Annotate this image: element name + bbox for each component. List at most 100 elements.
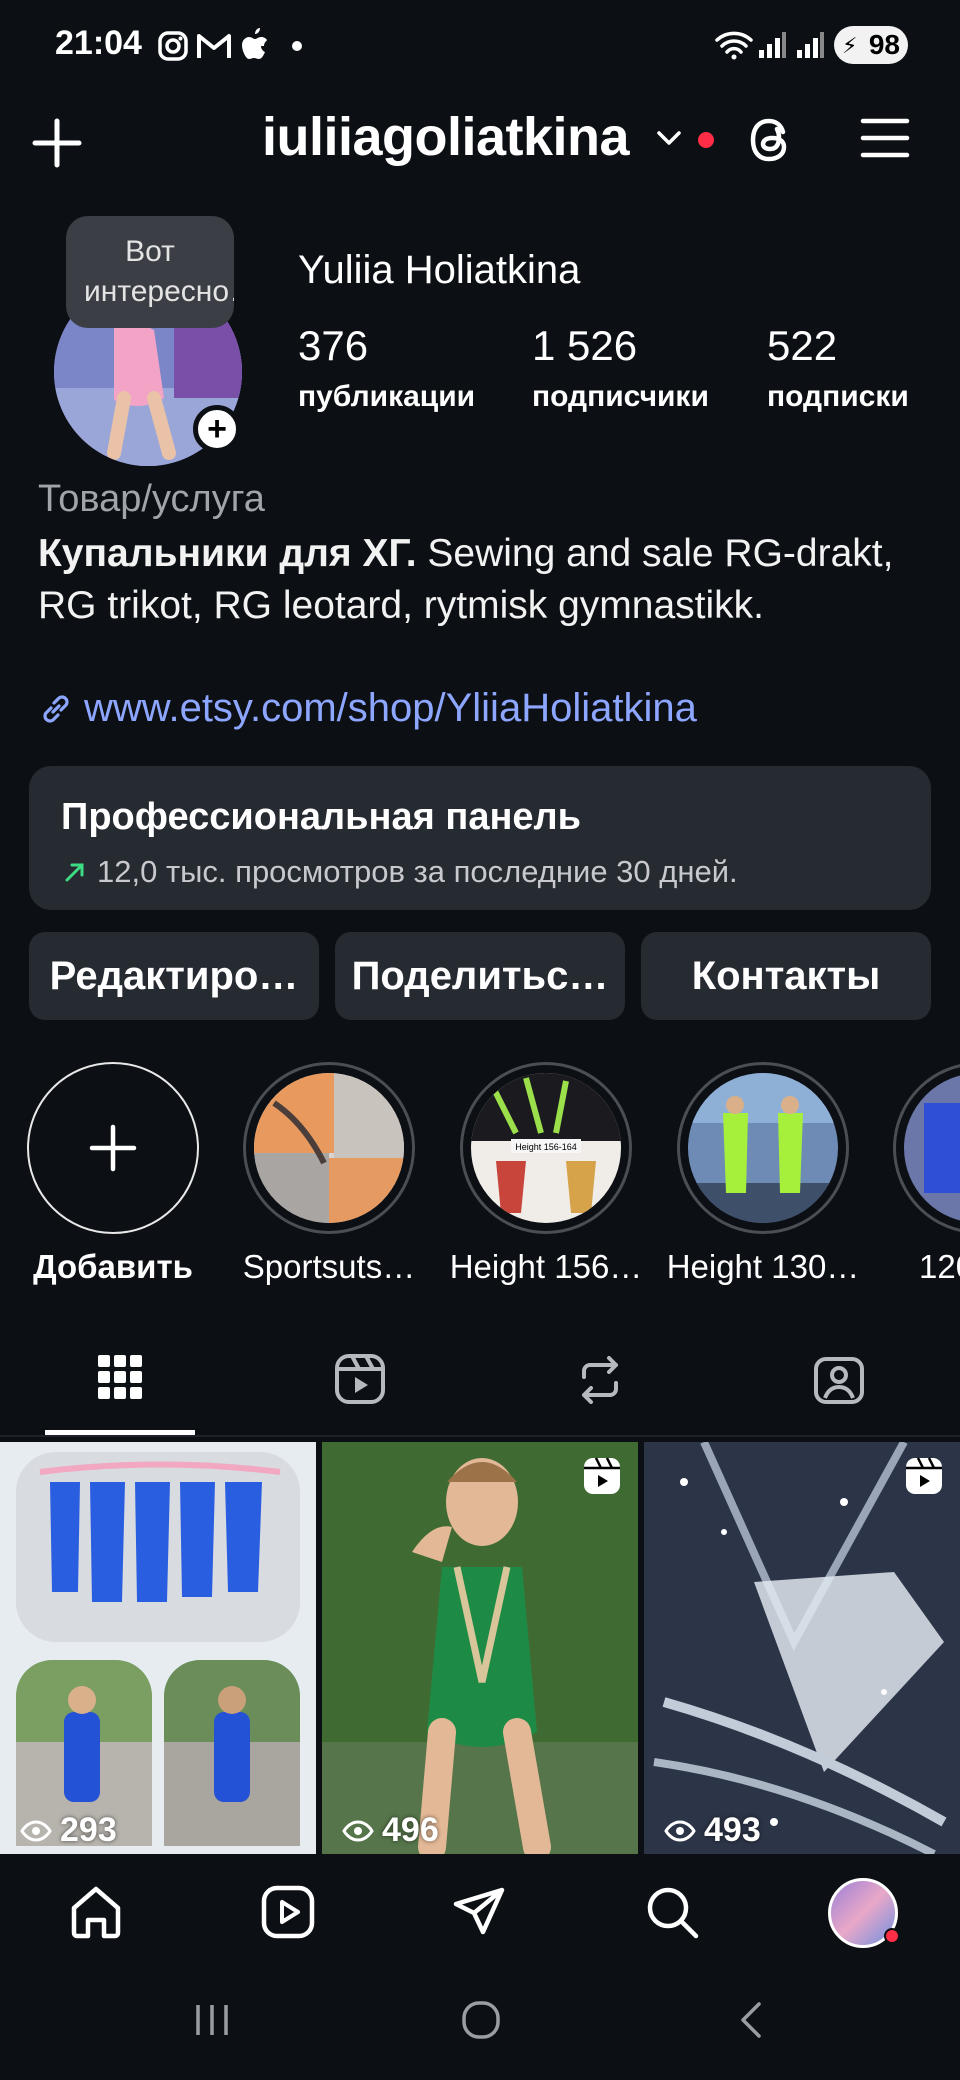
menu-button[interactable] <box>860 116 910 160</box>
reels-icon <box>335 1354 385 1404</box>
threads-button[interactable] <box>745 112 797 168</box>
back-button[interactable] <box>735 2000 765 2040</box>
gmail-icon <box>196 31 232 61</box>
highlight-item-partial[interactable]: 120 <box>893 1062 960 1302</box>
grid-icon <box>98 1355 142 1399</box>
eye-icon <box>20 1819 52 1842</box>
link-icon <box>43 694 69 723</box>
dashboard-title: Профессиональная панель <box>61 796 582 838</box>
post-views-count: 293 <box>60 1811 117 1849</box>
dot-icon <box>292 41 302 51</box>
contacts-button[interactable]: Контакты <box>641 932 931 1020</box>
chevron-down-icon <box>657 131 681 145</box>
tab-grid[interactable] <box>98 1355 142 1399</box>
post-views-count: 496 <box>382 1811 439 1849</box>
post-views: 493 <box>664 1811 761 1850</box>
following-label[interactable]: подписки <box>767 380 909 414</box>
bio-bold: Купальники для ХГ. <box>38 532 417 575</box>
profile-link[interactable]: www.etsy.com/shop/YliiaHoliatkina <box>38 686 697 731</box>
reels-icon <box>906 1457 942 1494</box>
battery-level: 98 <box>868 29 900 60</box>
recents-button[interactable] <box>192 2002 232 2038</box>
eye-icon <box>664 1819 696 1842</box>
post-image <box>0 1442 316 1854</box>
tab-tagged[interactable] <box>813 1353 865 1405</box>
highlight-label: Sportsuts… <box>242 1248 416 1285</box>
share-profile-button[interactable]: Поделитьс… <box>335 932 625 1020</box>
bottom-nav <box>0 1854 960 1966</box>
posts-label[interactable]: публикации <box>298 380 475 414</box>
edit-profile-button[interactable]: Редактиро… <box>29 932 319 1020</box>
highlight-inner-text: Height 156-164 <box>515 1142 577 1152</box>
plus-icon <box>89 1124 137 1172</box>
home-circle-icon <box>462 2001 500 2039</box>
followers-label[interactable]: подписчики <box>532 380 709 414</box>
note-bubble[interactable]: Вот интересно… <box>66 216 234 328</box>
apple-icon <box>240 27 270 63</box>
nav-search[interactable] <box>644 1884 700 1940</box>
account-switcher-button[interactable] <box>655 128 683 148</box>
tab-divider <box>0 1435 960 1437</box>
tab-indicator <box>45 1430 195 1435</box>
profile-bio: Купальники для ХГ. Sewing and sale RG-dr… <box>38 528 918 632</box>
system-nav <box>0 1966 960 2080</box>
threads-icon <box>750 118 787 162</box>
dashboard-subtitle: 12,0 тыс. просмотров за последние 30 дне… <box>63 854 738 890</box>
following-count[interactable]: 522 <box>767 322 837 370</box>
status-time: 21:04 <box>55 24 142 62</box>
post-tile[interactable]: 293 <box>0 1442 316 1854</box>
tagged-icon <box>814 1357 864 1404</box>
post-image <box>322 1442 638 1854</box>
status-bar: 21:04 ⚡ 98 <box>0 0 960 90</box>
highlight-item[interactable]: Height 156-164 Height 156… <box>450 1062 642 1286</box>
direct-icon <box>453 1887 505 1935</box>
reel-badge <box>582 1456 622 1496</box>
reels-icon <box>584 1457 620 1494</box>
home-icon <box>71 1886 121 1939</box>
post-views: 496 <box>342 1811 439 1850</box>
nav-notification-dot <box>884 1928 900 1944</box>
highlight-item[interactable]: Sportsuts… <box>243 1062 415 1286</box>
highlight-cover <box>254 1073 404 1223</box>
reel-badge <box>904 1456 944 1496</box>
full-name: Yuliia Holiatkina <box>298 248 581 292</box>
tab-reposts[interactable] <box>576 1355 624 1405</box>
highlight-label: Добавить <box>33 1248 193 1285</box>
nav-direct[interactable] <box>452 1884 508 1940</box>
battery-icon: ⚡ 98 <box>834 26 908 64</box>
profile-category: Товар/услуга <box>38 478 265 520</box>
highlight-label: Height 130… <box>666 1248 860 1285</box>
add-story-button[interactable]: + <box>193 405 241 453</box>
highlight-label: Height 156… <box>449 1248 643 1285</box>
post-tile[interactable]: 493 <box>644 1442 960 1854</box>
tab-reels[interactable] <box>334 1353 386 1405</box>
eye-icon <box>342 1819 374 1842</box>
followers-count[interactable]: 1 526 <box>532 322 637 370</box>
menu-icon <box>860 118 910 158</box>
nav-home[interactable] <box>68 1884 124 1940</box>
highlight-cover: Height 156-164 <box>471 1073 621 1223</box>
signal-icon <box>757 30 787 60</box>
notification-dot <box>698 132 714 148</box>
home-button[interactable] <box>461 2000 501 2040</box>
back-icon <box>741 2002 761 2038</box>
highlight-item[interactable]: Height 130… <box>667 1062 859 1286</box>
signal-icon <box>795 30 825 60</box>
posts-count[interactable]: 376 <box>298 322 368 370</box>
wifi-icon <box>715 30 753 60</box>
create-button[interactable] <box>32 118 82 168</box>
dashboard-views-text: 12,0 тыс. просмотров за последние 30 дне… <box>97 854 738 889</box>
add-highlight-ring[interactable] <box>27 1062 199 1234</box>
highlight-label: 120 <box>919 1248 960 1285</box>
link-text[interactable]: www.etsy.com/shop/YliiaHoliatkina <box>84 686 697 731</box>
highlight-add[interactable]: Добавить <box>27 1062 199 1286</box>
post-image <box>644 1442 960 1854</box>
post-views: 293 <box>20 1811 117 1850</box>
instagram-icon <box>157 30 189 62</box>
post-tile[interactable]: 496 <box>322 1442 638 1854</box>
professional-dashboard[interactable]: Профессиональная панель 12,0 тыс. просмо… <box>29 766 931 910</box>
reposts-icon <box>582 1356 618 1404</box>
username-title[interactable]: iuliiagoliatkina <box>262 106 630 168</box>
nav-reels[interactable] <box>260 1884 316 1940</box>
plus-icon <box>32 118 82 168</box>
